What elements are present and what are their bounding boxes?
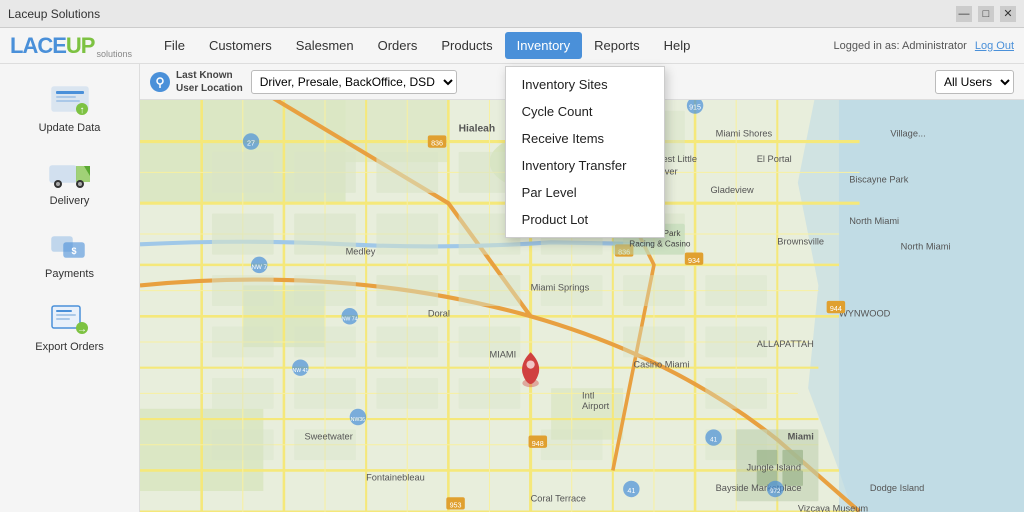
user-info: Logged in as: Administrator Log Out — [834, 40, 1014, 52]
menu-inventory[interactable]: Inventory — [505, 32, 582, 59]
sidebar-label-export-orders: Export Orders — [35, 341, 103, 353]
svg-text:972: 972 — [770, 488, 781, 495]
svg-text:Vizcaya Museum: Vizcaya Museum — [798, 504, 869, 512]
svg-text:Miami: Miami — [788, 432, 814, 442]
title-bar-text: Laceup Solutions — [8, 7, 100, 21]
svg-text:Bayside Marketplace: Bayside Marketplace — [716, 483, 802, 493]
svg-text:El Portal: El Portal — [757, 154, 792, 164]
svg-text:Racing & Casino: Racing & Casino — [629, 239, 691, 248]
location-icon — [150, 72, 170, 92]
menu-customers[interactable]: Customers — [197, 32, 284, 59]
sidebar: ↑ Update Data Delivery — [0, 64, 140, 512]
menu-products[interactable]: Products — [429, 32, 504, 59]
svg-text:Casino Miami: Casino Miami — [633, 360, 689, 370]
svg-text:Miami Springs: Miami Springs — [531, 283, 590, 293]
update-data-icon: ↑ — [48, 82, 92, 118]
svg-text:Hialeah: Hialeah — [459, 123, 496, 134]
svg-text:Coral Terrace: Coral Terrace — [531, 493, 586, 503]
menu-bar: LACEUP solutions File Customers Salesmen… — [0, 28, 1024, 64]
sidebar-label-update-data: Update Data — [39, 122, 101, 134]
minimize-button[interactable]: — — [956, 6, 972, 22]
delivery-icon — [48, 155, 92, 191]
dropdown-par-level[interactable]: Par Level — [506, 179, 664, 206]
menu-help[interactable]: Help — [652, 32, 703, 59]
svg-text:Doral: Doral — [428, 308, 450, 318]
svg-text:NW 74: NW 74 — [342, 316, 358, 322]
inventory-dropdown: Inventory Sites Cycle Count Receive Item… — [505, 66, 665, 238]
svg-text:MIAMI: MIAMI — [489, 349, 516, 359]
title-bar: Laceup Solutions — □ ✕ — [0, 0, 1024, 28]
svg-text:Sweetwater: Sweetwater — [304, 432, 352, 442]
sidebar-item-payments[interactable]: $ Payments — [10, 220, 130, 288]
svg-text:ALLAPATTAH: ALLAPATTAH — [757, 339, 814, 349]
payments-icon: $ — [48, 228, 92, 264]
sidebar-label-payments: Payments — [45, 268, 94, 280]
svg-text:Dodge Island: Dodge Island — [870, 483, 925, 493]
dropdown-receive-items[interactable]: Receive Items — [506, 125, 664, 152]
sidebar-label-delivery: Delivery — [50, 195, 90, 207]
svg-text:Village...: Village... — [890, 128, 925, 138]
export-orders-icon: → — [48, 301, 92, 337]
svg-text:915: 915 — [689, 103, 701, 112]
svg-text:NW 7: NW 7 — [252, 264, 268, 271]
svg-text:948: 948 — [532, 439, 544, 448]
svg-text:944: 944 — [830, 304, 842, 313]
svg-text:↑: ↑ — [79, 105, 84, 116]
svg-text:Intl: Intl — [582, 391, 594, 401]
user-label: Logged in as: Administrator — [834, 40, 967, 52]
logo-up: UP — [66, 33, 95, 59]
users-select[interactable]: All Users — [935, 70, 1014, 94]
close-button[interactable]: ✕ — [1000, 6, 1016, 22]
sidebar-item-update-data[interactable]: ↑ Update Data — [10, 74, 130, 142]
inventory-menu-wrapper: Inventory Inventory Sites Cycle Count Re… — [505, 38, 582, 53]
logo-solutions: solutions — [96, 49, 132, 59]
svg-text:836: 836 — [431, 139, 443, 148]
logout-link[interactable]: Log Out — [975, 40, 1014, 52]
dropdown-inventory-sites[interactable]: Inventory Sites — [506, 71, 664, 98]
svg-text:Biscayne Park: Biscayne Park — [849, 175, 908, 185]
svg-text:953: 953 — [450, 500, 462, 509]
sidebar-item-delivery[interactable]: Delivery — [10, 147, 130, 215]
svg-text:Brownsville: Brownsville — [777, 236, 824, 246]
filter-select[interactable]: Driver, Presale, BackOffice, DSD — [251, 70, 457, 94]
location-badge: Last Known User Location — [150, 69, 243, 95]
svg-text:→: → — [77, 324, 87, 335]
location-title: Last Known User Location — [176, 69, 243, 95]
sidebar-item-export-orders[interactable]: → Export Orders — [10, 293, 130, 361]
app-logo: LACEUP solutions — [10, 33, 132, 59]
menu-orders[interactable]: Orders — [366, 32, 430, 59]
svg-text:41: 41 — [627, 486, 635, 495]
svg-text:WYNWOOD: WYNWOOD — [839, 308, 891, 318]
svg-text:$: $ — [71, 246, 76, 256]
svg-text:41: 41 — [710, 437, 717, 444]
menu-reports[interactable]: Reports — [582, 32, 652, 59]
svg-text:934: 934 — [688, 256, 700, 265]
svg-text:NW36: NW36 — [351, 417, 365, 423]
svg-text:Gladeview: Gladeview — [710, 185, 754, 195]
svg-text:North Miami: North Miami — [901, 241, 951, 251]
logo-lace: LACE — [10, 33, 66, 59]
svg-text:Miami Shores: Miami Shores — [716, 128, 773, 138]
svg-text:Fontainebleau: Fontainebleau — [366, 473, 425, 483]
svg-text:Medley: Medley — [346, 247, 376, 257]
svg-text:NW 41: NW 41 — [293, 368, 309, 374]
svg-text:27: 27 — [247, 139, 255, 148]
maximize-button[interactable]: □ — [978, 6, 994, 22]
svg-text:Jungle Island: Jungle Island — [746, 462, 801, 472]
menu-salesmen[interactable]: Salesmen — [284, 32, 366, 59]
menu-file[interactable]: File — [152, 32, 197, 59]
dropdown-product-lot[interactable]: Product Lot — [506, 206, 664, 233]
svg-text:North Miami: North Miami — [849, 216, 899, 226]
dropdown-inventory-transfer[interactable]: Inventory Transfer — [506, 152, 664, 179]
title-bar-buttons: — □ ✕ — [956, 6, 1016, 22]
svg-text:Airport: Airport — [582, 401, 610, 411]
dropdown-cycle-count[interactable]: Cycle Count — [506, 98, 664, 125]
